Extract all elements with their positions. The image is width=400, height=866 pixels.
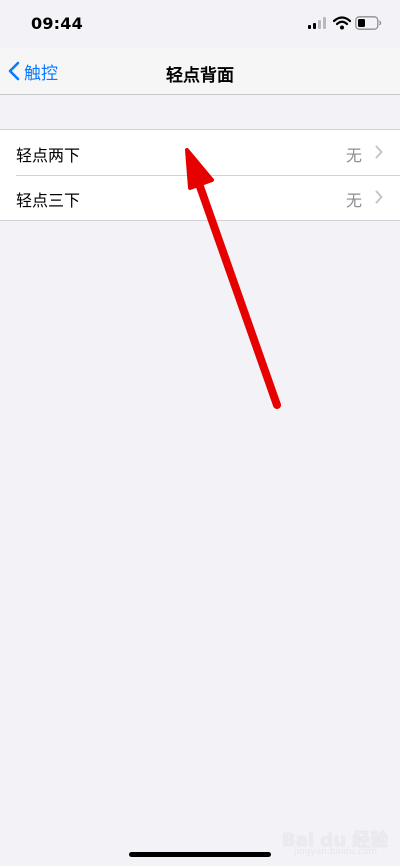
watermark-subtext: jingyan.baidu.com xyxy=(294,847,378,857)
annotation-arrow-icon xyxy=(185,148,281,409)
watermark-logo: Bai du 经验 jingyan.baidu.com xyxy=(282,820,388,860)
home-indicator xyxy=(129,852,271,857)
